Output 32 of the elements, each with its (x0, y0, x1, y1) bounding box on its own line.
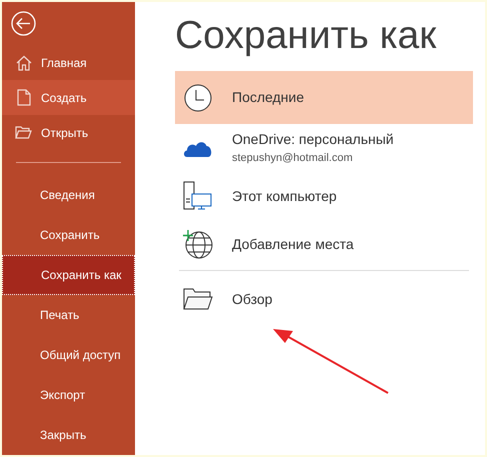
location-label: Этот компьютер (232, 186, 337, 206)
computer-icon (183, 181, 213, 211)
sidebar-item[interactable]: Сведения (2, 175, 135, 216)
location-item[interactable]: Добавление места (175, 220, 473, 268)
sidebar-item[interactable]: Экспорт (2, 375, 135, 416)
sidebar-item[interactable]: Главная (2, 46, 135, 80)
sidebar-item[interactable]: Общий доступ (2, 335, 135, 376)
clock-icon (184, 84, 212, 112)
page-title: Сохранить как (175, 13, 438, 59)
browse-label: Обзор (232, 290, 272, 309)
location-label: OneDrive: персональный (232, 130, 394, 150)
browse-item[interactable]: Обзор (175, 271, 473, 327)
folder-icon (15, 126, 32, 140)
sidebar-item[interactable]: Открыть (2, 115, 135, 150)
location-item[interactable]: OneDrive: персональный stepushyn@hotmail.com (175, 124, 473, 172)
location-label: Последние (232, 88, 304, 107)
sidebar-item[interactable]: Создать (2, 80, 135, 116)
location-label: Добавление места (232, 234, 354, 254)
account-email: stepushyn@hotmail.com (232, 151, 354, 166)
home-icon (16, 54, 32, 71)
location-item[interactable]: Последние (175, 71, 473, 124)
globe-add-icon (183, 229, 213, 259)
location-item[interactable]: Этот компьютер (175, 172, 473, 220)
sidebar-label: Создать (41, 90, 87, 107)
document-icon (16, 89, 30, 106)
sidebar-item[interactable]: Печать (2, 295, 135, 336)
sidebar-label: Открыть (41, 124, 88, 142)
sidebar-item[interactable]: Сохранить (2, 215, 135, 256)
sidebar-label: Главная (41, 54, 87, 72)
sidebar-item[interactable]: Сохранить как (2, 255, 135, 296)
folder-icon (183, 288, 213, 310)
sidebar-item[interactable]: Закрыть (2, 415, 135, 455)
